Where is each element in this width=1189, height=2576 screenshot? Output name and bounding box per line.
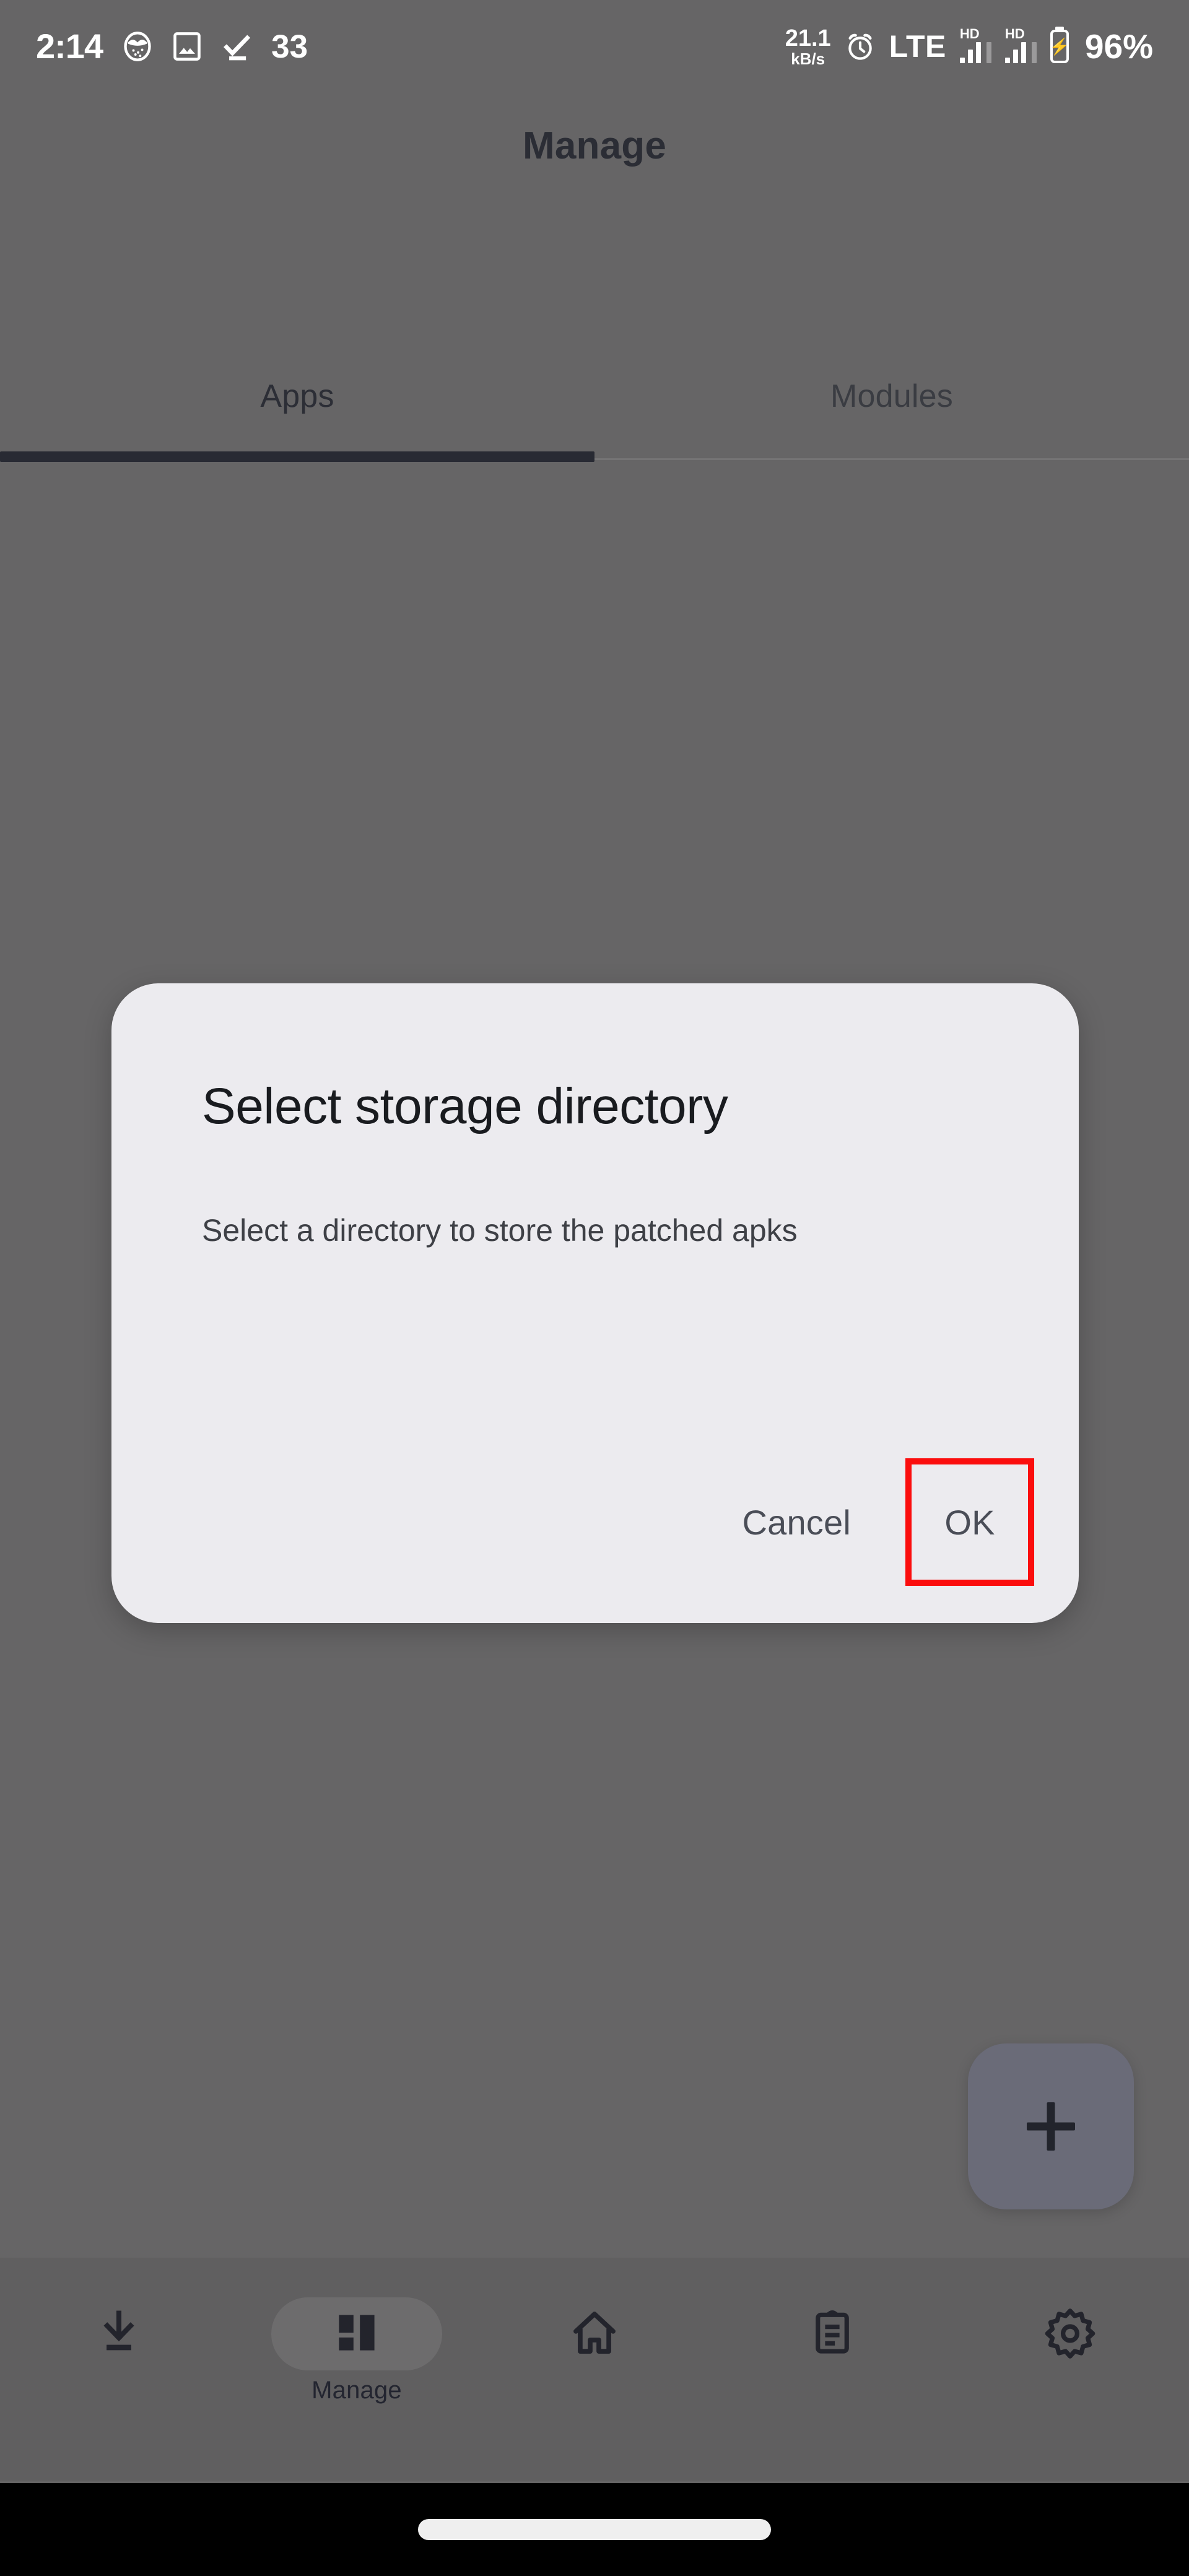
plus-icon	[1027, 2102, 1075, 2151]
system-gesture-bar	[0, 2483, 1189, 2576]
status-bar-left: 2:14 33	[36, 29, 308, 64]
select-storage-directory-dialog: Select storage directory Select a direct…	[111, 983, 1079, 1623]
battery-charging-icon: ⚡	[1050, 30, 1069, 63]
tab-selected-indicator	[0, 451, 594, 462]
network-speed-indicator: 21.1 kB/s	[785, 27, 831, 67]
sim1-hd-label: HD	[959, 26, 980, 41]
nav-pill-manage	[271, 2297, 442, 2370]
settings-gear-icon	[1043, 2305, 1097, 2363]
dialog-title: Select storage directory	[202, 1078, 728, 1134]
status-bar-right: 21.1 kB/s LTE HD HD ⚡ 96%	[785, 27, 1153, 67]
bottom-navigation-bar: Manage	[0, 2258, 1189, 2481]
nav-item-settings[interactable]	[951, 2258, 1189, 2481]
network-speed-value: 21.1	[785, 25, 831, 51]
nav-item-download[interactable]	[0, 2258, 238, 2481]
page-title: Manage	[522, 124, 667, 167]
tab-modules-label: Modules	[830, 378, 953, 414]
dialog-action-row: Cancel OK	[718, 1458, 1034, 1586]
ok-button-highlight-box: OK	[905, 1458, 1034, 1586]
tab-apps[interactable]: Apps	[0, 334, 594, 458]
download-done-icon	[220, 30, 253, 63]
app-circle-icon	[121, 30, 154, 63]
gesture-home-handle[interactable]	[418, 2519, 771, 2540]
home-icon	[568, 2307, 621, 2362]
tab-modules[interactable]: Modules	[594, 334, 1189, 458]
phone-screen: 2:14 33 21.1 kB/s LTE HD HD ⚡ 96% Manage…	[0, 0, 1189, 2576]
clipboard-icon	[807, 2307, 858, 2361]
signal-icon-sim1: HD	[959, 26, 991, 63]
tab-apps-label: Apps	[260, 378, 334, 414]
photo-icon	[172, 30, 202, 63]
ok-button[interactable]: OK	[912, 1464, 1028, 1580]
nav-pill-home	[509, 2297, 680, 2370]
battery-percent-label: 96%	[1084, 27, 1153, 66]
nav-item-logs[interactable]	[713, 2258, 951, 2481]
status-bar: 2:14 33 21.1 kB/s LTE HD HD ⚡ 96%	[0, 0, 1189, 93]
nav-item-home[interactable]	[476, 2258, 713, 2481]
nav-pill-settings	[985, 2297, 1156, 2370]
network-speed-unit: kB/s	[791, 49, 825, 68]
dialog-body-text: Select a directory to store the patched …	[202, 1213, 798, 1248]
nav-pill-logs	[747, 2297, 918, 2370]
nav-label-manage: Manage	[311, 2377, 402, 2404]
network-type-label: LTE	[889, 29, 946, 64]
status-bar-clock: 2:14	[36, 27, 103, 66]
add-fab-button[interactable]	[968, 2043, 1134, 2209]
nav-item-manage[interactable]: Manage	[238, 2258, 476, 2481]
sim2-hd-label: HD	[1004, 26, 1025, 41]
signal-icon-sim2: HD	[1004, 26, 1037, 63]
status-bar-notification-count: 33	[271, 28, 308, 65]
app-bar: Manage	[0, 93, 1189, 198]
alarm-icon	[845, 31, 876, 62]
dashboard-icon	[333, 2308, 381, 2360]
tab-bar: Apps Modules	[0, 334, 1189, 468]
download-icon	[93, 2307, 145, 2362]
cancel-button[interactable]: Cancel	[718, 1482, 874, 1562]
nav-pill-download	[33, 2297, 204, 2370]
